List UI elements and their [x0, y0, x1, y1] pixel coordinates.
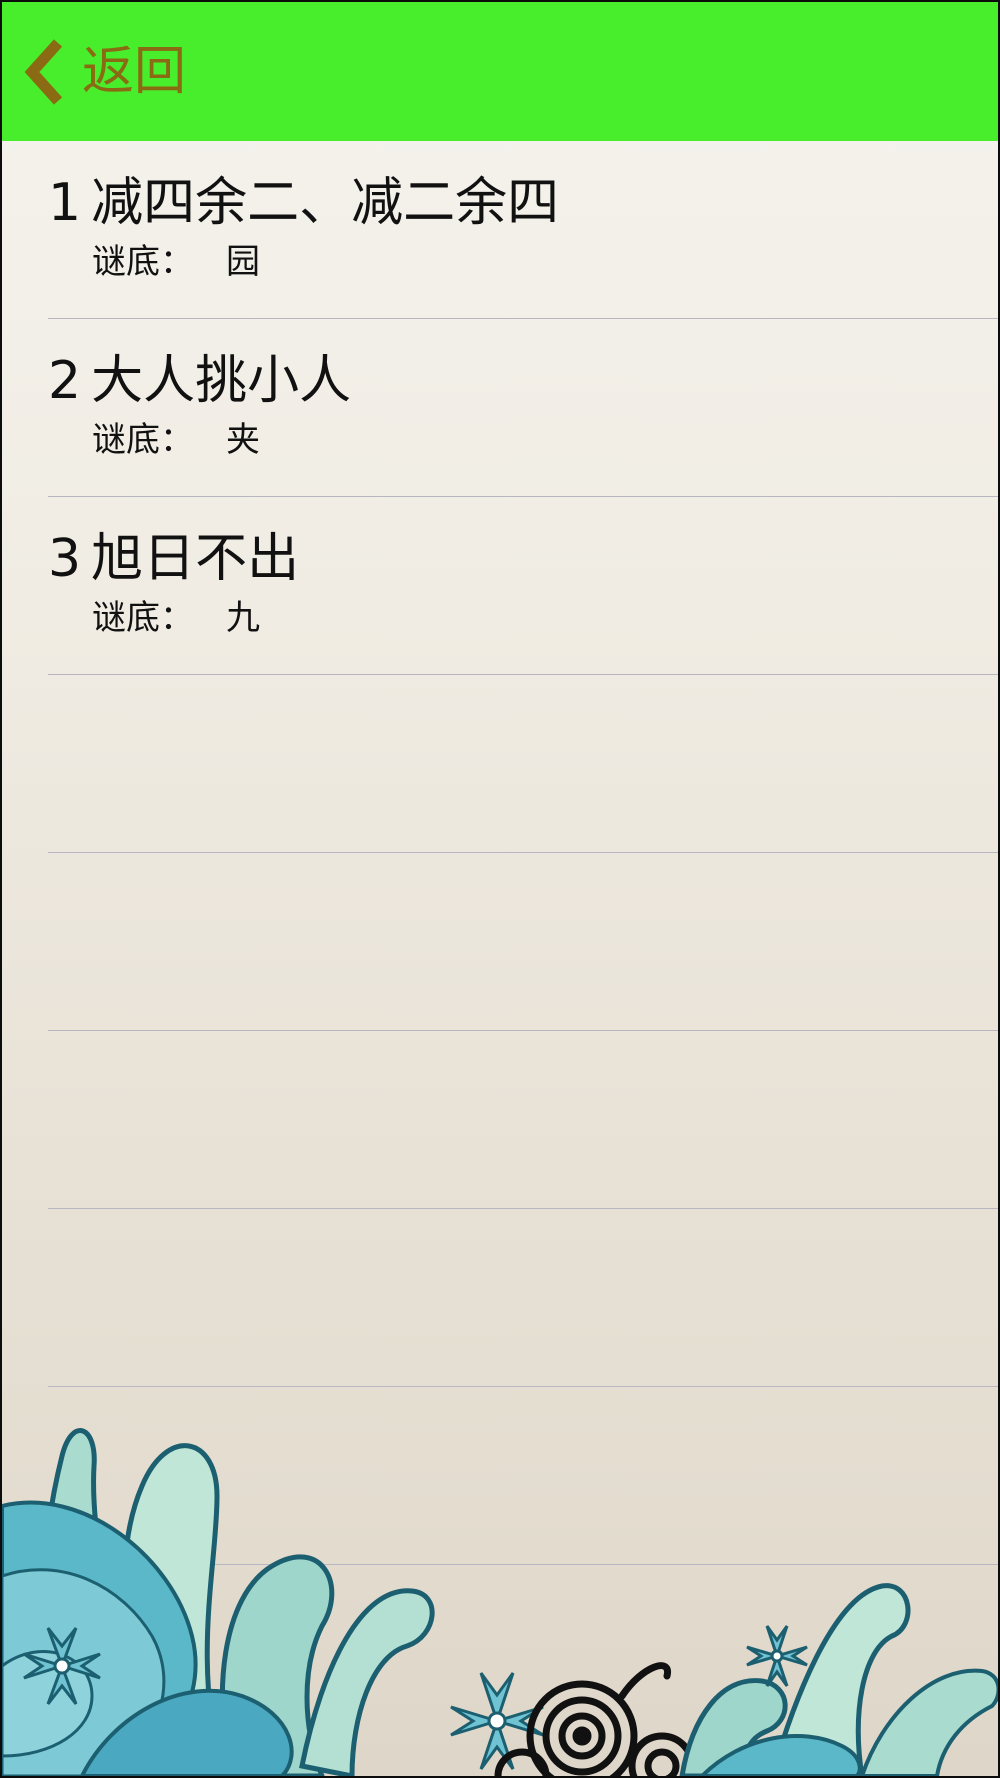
- riddle-text: 旭日不出: [91, 529, 300, 589]
- riddle-row-2[interactable]: 2 大人挑小人 谜底： 夹: [48, 319, 998, 496]
- answer-prefix: 谜底：: [92, 242, 194, 282]
- row-separator: [48, 674, 998, 675]
- row-separator: [48, 852, 998, 853]
- riddle-row-1[interactable]: 1 减四余二、减二余四 谜底： 园: [48, 141, 998, 318]
- riddle-question: 2 大人挑小人: [48, 355, 351, 407]
- riddle-number: 3: [48, 529, 82, 589]
- row-separator: [48, 1208, 998, 1209]
- riddle-answer: 谜底： 九: [92, 601, 260, 635]
- answer-prefix: 谜底：: [92, 598, 194, 638]
- answer-text: 九: [226, 598, 260, 638]
- riddle-answer: 谜底： 园: [92, 245, 260, 279]
- navigation-bar: 返回: [2, 2, 998, 141]
- floral-swirl-icon: [2, 1428, 998, 1776]
- answer-text: 园: [226, 242, 260, 282]
- riddle-text: 大人挑小人: [91, 351, 352, 411]
- app-screen: 返回 1 减四余二、减二余四 谜底： 园 2 大人挑小人 谜底： 夹 3 旭日不出 谜底：…: [0, 0, 1000, 1778]
- riddle-question: 1 减四余二、减二余四: [48, 177, 559, 229]
- answer-prefix: 谜底：: [92, 420, 194, 460]
- chevron-left-icon: [24, 39, 63, 105]
- riddle-number: 1: [48, 173, 82, 233]
- row-separator: [48, 496, 998, 497]
- back-label: 返回: [82, 42, 187, 102]
- back-button[interactable]: 返回: [24, 34, 186, 110]
- riddle-number: 2: [48, 351, 82, 411]
- riddle-row-3[interactable]: 3 旭日不出 谜底： 九: [48, 497, 998, 674]
- row-separator: [48, 318, 998, 319]
- row-separator: [48, 1030, 998, 1031]
- riddle-question: 3 旭日不出: [48, 533, 299, 585]
- riddle-answer: 谜底： 夹: [92, 423, 260, 457]
- riddle-text: 减四余二、减二余四: [91, 173, 560, 233]
- answer-text: 夹: [226, 420, 260, 460]
